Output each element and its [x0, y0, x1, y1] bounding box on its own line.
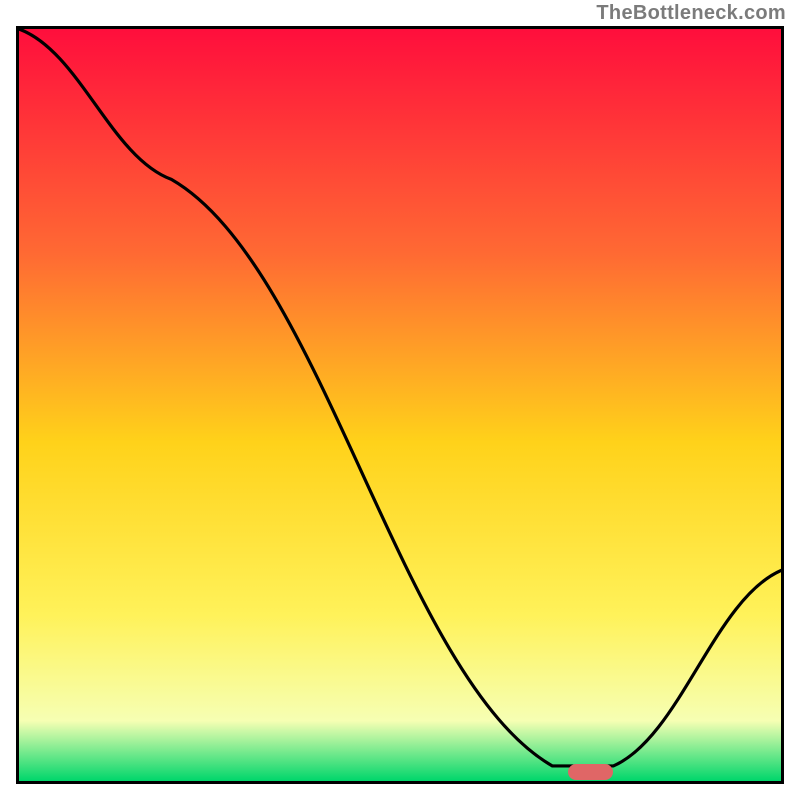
chart-svg: [19, 29, 781, 781]
attribution-text: TheBottleneck.com: [596, 2, 786, 25]
chart-frame: [16, 26, 784, 784]
optimal-range-marker: [568, 764, 614, 780]
gradient-background: [19, 29, 781, 781]
chart-area: [19, 29, 781, 781]
